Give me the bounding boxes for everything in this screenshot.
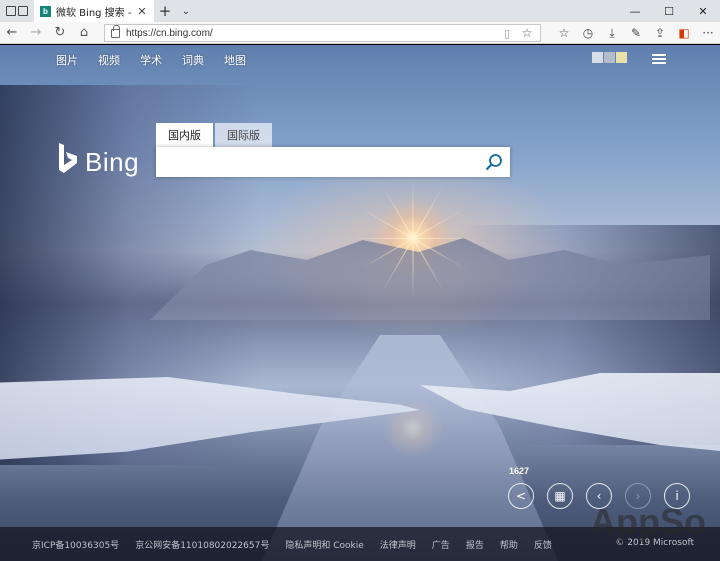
tab-international[interactable]: 国际版 — [215, 123, 272, 147]
qr-code-icon[interactable]: ▦ — [547, 483, 573, 509]
close-window-button[interactable]: ✕ — [686, 0, 720, 22]
refresh-icon[interactable]: ↻ — [48, 22, 72, 44]
nav-dictionary[interactable]: 词典 — [182, 52, 204, 68]
window-controls: — ☐ ✕ — [618, 0, 720, 22]
tab-domestic[interactable]: 国内版 — [156, 123, 213, 147]
tab-preview-icon[interactable] — [18, 6, 28, 16]
bing-b-icon — [57, 143, 79, 175]
search-icon[interactable] — [485, 153, 503, 171]
footer-link-report[interactable]: 报告 — [466, 538, 484, 551]
image-count: 1627 — [509, 466, 530, 476]
bing-wordmark: Bing — [85, 147, 140, 177]
bing-favicon-icon: b — [40, 5, 51, 17]
share-image-icon[interactable]: < — [508, 483, 534, 509]
minimize-button[interactable]: — — [618, 0, 652, 22]
sun-icon — [353, 178, 473, 299]
toolbar-icons: ☆ ◷ ⤓ ✎ ⇪ ◧ ··· — [552, 22, 720, 44]
profile-avatar[interactable] — [592, 52, 627, 63]
set-aside-tabs-icon[interactable] — [6, 6, 16, 16]
browser-toolbar: ← → ↻ ⌂ https://cn.bing.com/ ▯ ☆ ☆ ◷ ⤓ ✎… — [0, 22, 720, 44]
search-region-tabs: 国内版 国际版 — [156, 123, 272, 147]
tab-title: 微软 Bing 搜索 - 国内版 — [56, 7, 131, 19]
bing-logo: Bing — [57, 143, 139, 175]
lock-icon — [111, 24, 120, 38]
new-tab-button[interactable]: + — [154, 0, 176, 22]
forward-arrow-icon[interactable]: → — [24, 22, 48, 44]
tab-list-chevron-icon[interactable]: ⌄ — [176, 0, 196, 22]
home-icon[interactable]: ⌂ — [72, 22, 96, 44]
downloads-icon[interactable]: ⤓ — [600, 22, 624, 44]
search-input[interactable] — [164, 152, 474, 172]
footer-link-legal[interactable]: 法律声明 — [380, 538, 416, 551]
tab-bar: b 微软 Bing 搜索 - 国内版 ✕ + ⌄ — ☐ ✕ — [0, 0, 720, 22]
maximize-button[interactable]: ☐ — [652, 0, 686, 22]
more-icon[interactable]: ··· — [696, 22, 720, 44]
share-icon[interactable]: ⇪ — [648, 22, 672, 44]
search-box — [156, 147, 510, 177]
nav-maps[interactable]: 地图 — [224, 52, 246, 68]
nav-videos[interactable]: 视频 — [98, 52, 120, 68]
bing-homepage: 图片 视频 学术 词典 地图 Bing 国内版 国际版 1627 < ▦ ‹ ›… — [0, 45, 720, 561]
footer-link-privacy[interactable]: 隐私声明和 Cookie — [285, 538, 363, 551]
footer-link-icp[interactable]: 京ICP备10036305号 — [32, 538, 119, 551]
browser-tab[interactable]: b 微软 Bing 搜索 - 国内版 ✕ — [34, 0, 154, 22]
history-icon[interactable]: ◷ — [576, 22, 600, 44]
office-icon[interactable]: ◧ — [672, 22, 696, 44]
url-text[interactable]: https://cn.bing.com/ — [126, 28, 494, 39]
reading-view-icon[interactable]: ▯ — [500, 27, 514, 40]
tab-close-icon[interactable]: ✕ — [136, 5, 148, 18]
address-bar[interactable]: https://cn.bing.com/ ▯ ☆ — [104, 24, 541, 42]
pen-icon[interactable]: ✎ — [624, 22, 648, 44]
footer-link-ads[interactable]: 广告 — [432, 538, 450, 551]
footer-link-public-security[interactable]: 京公网安备11010802022657号 — [135, 538, 269, 551]
nav-academic[interactable]: 学术 — [140, 52, 162, 68]
appso-watermark: AppSo — [590, 501, 706, 542]
favorites-icon[interactable]: ☆ — [552, 22, 576, 44]
back-arrow-icon[interactable]: ← — [0, 22, 24, 44]
footer-link-feedback[interactable]: 反馈 — [534, 538, 552, 551]
nav-images[interactable]: 图片 — [56, 52, 78, 68]
favorite-star-icon[interactable]: ☆ — [520, 26, 534, 40]
tab-actions[interactable] — [0, 0, 34, 22]
footer-link-help[interactable]: 帮助 — [500, 538, 518, 551]
hamburger-menu-icon[interactable] — [652, 54, 666, 64]
top-navigation: 图片 视频 学术 词典 地图 — [56, 52, 246, 68]
